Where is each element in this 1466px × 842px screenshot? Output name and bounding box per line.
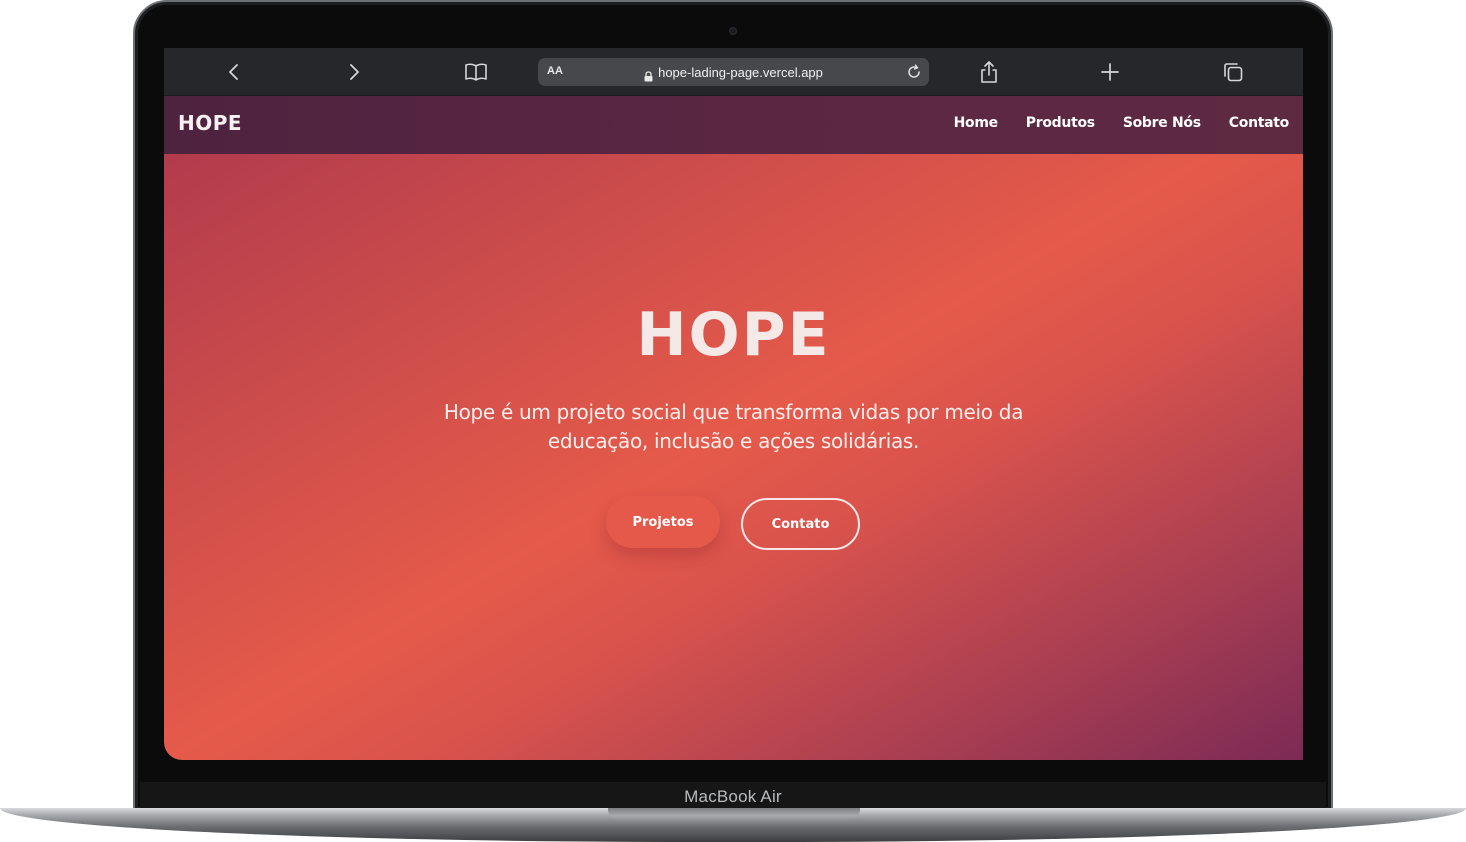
hero-section: HOPE Hope é um projeto social que transf… <box>164 154 1303 760</box>
site-header: HOPE Home Produtos Sobre Nós Contato <box>164 96 1303 154</box>
nav-link-sobre-nos[interactable]: Sobre Nós <box>1123 115 1201 131</box>
tabs-icon[interactable] <box>1220 60 1246 84</box>
camera-icon <box>729 27 737 35</box>
bookmarks-icon[interactable] <box>463 60 489 84</box>
browser-screen: AA hope-lading-page.vercel.app HOPE Home <box>164 48 1303 760</box>
nav-link-home[interactable]: Home <box>954 115 999 131</box>
address-bar[interactable]: AA hope-lading-page.vercel.app <box>538 58 929 86</box>
device-label: MacBook Air <box>684 787 782 806</box>
reload-icon[interactable] <box>905 63 923 81</box>
projetos-button[interactable]: Projetos <box>606 496 720 548</box>
url-text: hope-lading-page.vercel.app <box>658 64 823 80</box>
site-logo[interactable]: HOPE <box>178 111 242 135</box>
forward-icon[interactable] <box>341 60 367 84</box>
hero-description: Hope é um projeto social que transforma … <box>443 400 1024 453</box>
nav-link-contato[interactable]: Contato <box>1229 115 1290 131</box>
share-icon[interactable] <box>976 60 1002 84</box>
contato-button[interactable]: Contato <box>741 498 860 550</box>
nav-link-produtos[interactable]: Produtos <box>1026 115 1095 131</box>
browser-toolbar: AA hope-lading-page.vercel.app <box>164 48 1303 96</box>
url-container: hope-lading-page.vercel.app <box>538 58 929 86</box>
new-tab-icon[interactable] <box>1097 60 1123 84</box>
laptop-notch <box>608 808 860 821</box>
hero-title: HOPE <box>636 300 831 370</box>
main-nav: Home Produtos Sobre Nós Contato <box>954 115 1290 131</box>
lock-icon <box>644 67 653 81</box>
back-icon[interactable] <box>221 60 247 84</box>
